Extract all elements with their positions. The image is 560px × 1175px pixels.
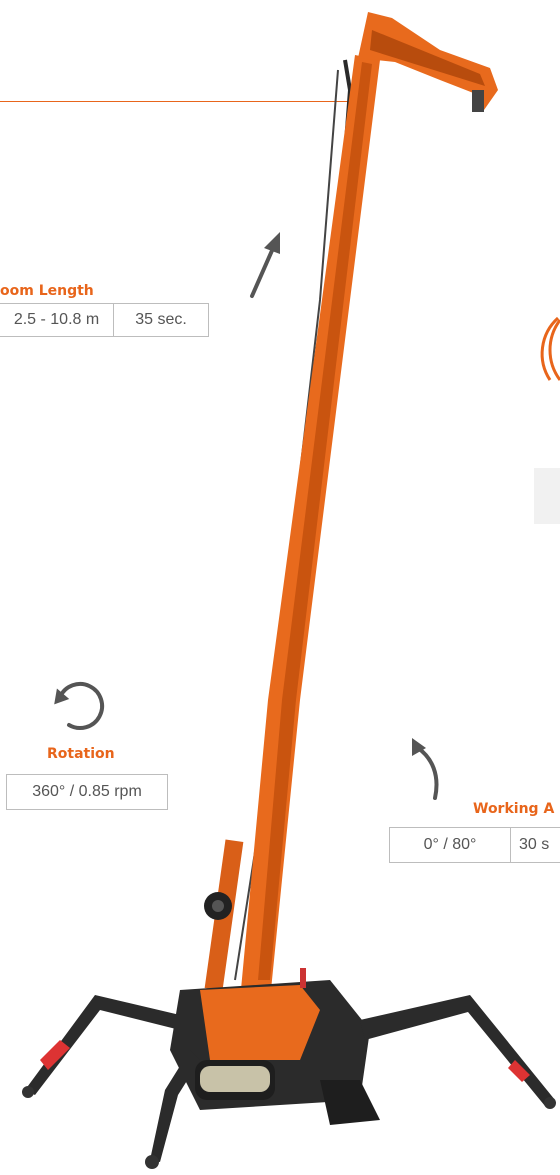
curved-arrow-icon: [412, 738, 439, 800]
working-angle-time: 30 s: [510, 828, 560, 862]
working-angle-label: Working A: [473, 801, 555, 817]
working-angle-spec: 0° / 80° 30 s: [389, 827, 560, 863]
working-angle-value: 0° / 80°: [423, 836, 477, 853]
